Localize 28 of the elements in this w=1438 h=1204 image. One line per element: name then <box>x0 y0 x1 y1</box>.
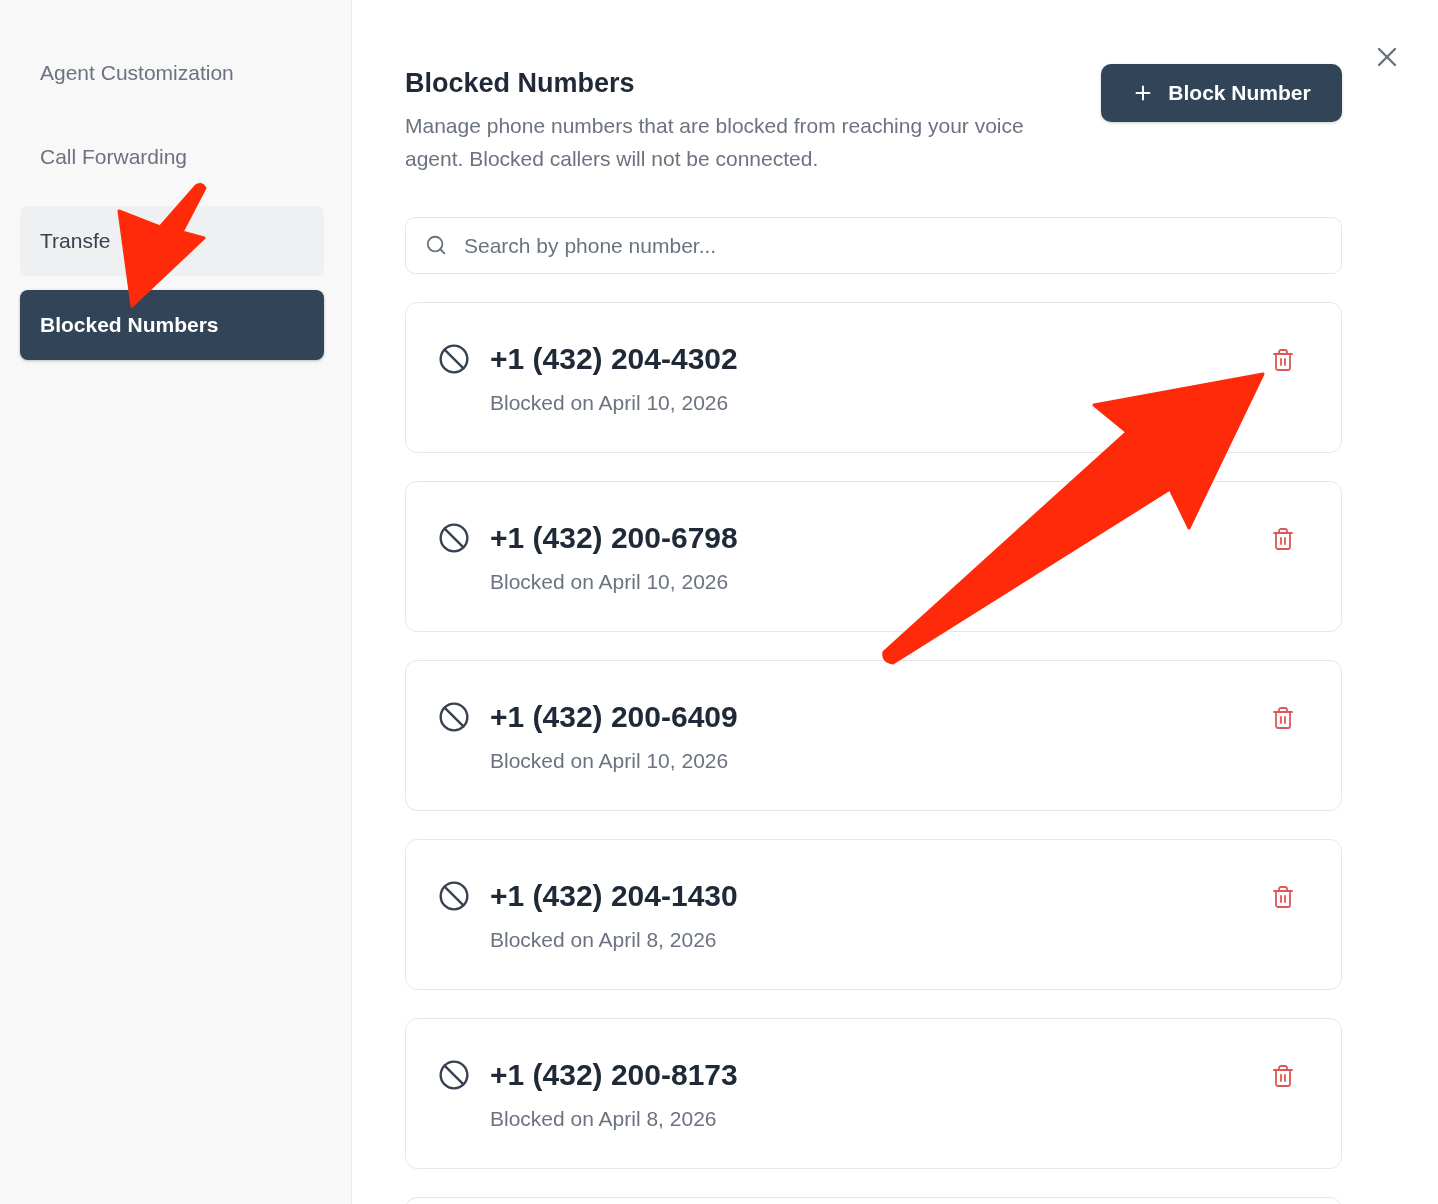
sidebar-item[interactable]: Agent Customization <box>20 38 324 108</box>
block-icon <box>438 701 470 733</box>
blocked-date: Blocked on April 10, 2026 <box>490 391 730 415</box>
block-icon <box>438 880 470 912</box>
block-number-button[interactable]: Block Number <box>1101 64 1342 122</box>
sidebar-item[interactable]: Blocked Numbers <box>20 290 324 360</box>
blocked-date: Blocked on April 8, 2026 <box>490 928 718 952</box>
search-field[interactable]: Search by phone number... <box>405 217 1342 274</box>
trash-icon <box>1271 706 1295 730</box>
phone-number: +1 (432) 200-6798 <box>490 520 739 556</box>
blocked-date: Blocked on April 10, 2026 <box>490 749 730 773</box>
trash-icon <box>1271 348 1295 372</box>
block-icon <box>438 522 470 554</box>
section-title: Blocked Numbers <box>405 68 636 99</box>
trash-icon <box>1271 885 1295 909</box>
phone-number: +1 (432) 204-4302 <box>490 341 739 377</box>
phone-number: +1 (432) 200-6409 <box>490 699 739 735</box>
search-icon <box>425 234 447 256</box>
trash-icon <box>1271 527 1295 551</box>
blocked-date: Blocked on April 8, 2026 <box>490 1107 718 1131</box>
block-icon <box>438 1059 470 1091</box>
trash-icon <box>1271 1064 1295 1088</box>
section-description: Manage phone numbers that are blocked from reaching your voice agent. Blocked callers will not be connected. <box>405 113 1025 172</box>
sidebar-item[interactable]: Call Forwarding <box>20 122 324 192</box>
blocked-date: Blocked on April 10, 2026 <box>490 570 730 594</box>
phone-number: +1 (432) 204-1430 <box>490 878 739 914</box>
phone-number: +1 (432) 200-8173 <box>490 1057 739 1093</box>
block-icon <box>438 343 470 375</box>
